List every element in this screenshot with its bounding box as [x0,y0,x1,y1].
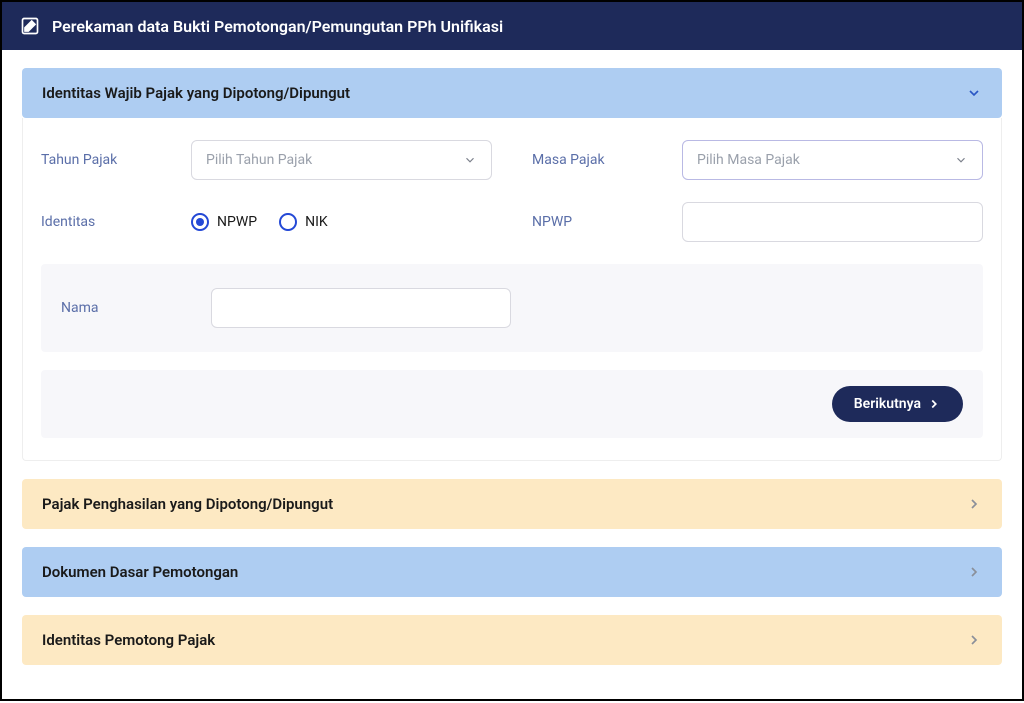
chevron-down-icon [966,85,982,101]
radio-label: NPWP [217,214,257,230]
field-masa-pajak: Masa Pajak Pilih Masa Pajak [532,140,983,180]
accordion-dokumen-dasar: Dokumen Dasar Pemotongan [22,547,1002,597]
accordion-header-pph-dipotong[interactable]: Pajak Penghasilan yang Dipotong/Dipungut [22,479,1002,529]
chevron-right-icon [927,397,941,411]
next-button[interactable]: Berikutnya [832,386,963,422]
input-npwp[interactable] [682,202,983,242]
field-nama: Nama [61,288,963,328]
accordion-identitas-pemotong: Identitas Pemotong Pajak [22,615,1002,665]
chevron-right-icon [966,496,982,512]
page-title: Perekaman data Bukti Pemotongan/Pemungut… [52,17,503,36]
radio-nik[interactable]: NIK [279,213,328,231]
chevron-right-icon [966,632,982,648]
field-tahun-pajak: Tahun Pajak Pilih Tahun Pajak [41,140,492,180]
radio-label: NIK [305,214,328,230]
label-masa-pajak: Masa Pajak [532,152,682,168]
accordion-identitas-wp: Identitas Wajib Pajak yang Dipotong/Dipu… [22,68,1002,461]
field-npwp: NPWP [532,202,983,242]
accordion-pph-dipotong: Pajak Penghasilan yang Dipotong/Dipungut [22,479,1002,529]
accordion-header-identitas-pemotong[interactable]: Identitas Pemotong Pajak [22,615,1002,665]
accordion-title: Identitas Pemotong Pajak [42,631,215,649]
chevron-down-icon [954,153,968,167]
field-identitas: Identitas NPWP NIK [41,202,492,242]
radio-indicator [279,213,297,231]
input-nama[interactable] [211,288,511,328]
accordion-title: Dokumen Dasar Pemotongan [42,563,238,581]
accordion-title: Pajak Penghasilan yang Dipotong/Dipungut [42,495,333,513]
subsection-nama: Nama [41,264,983,352]
row-identitas: Identitas NPWP NIK NPWP [41,202,983,242]
select-masa-pajak[interactable]: Pilih Masa Pajak [682,140,983,180]
chevron-down-icon [463,153,477,167]
select-placeholder: Pilih Tahun Pajak [206,152,312,168]
accordion-header-identitas-wp[interactable]: Identitas Wajib Pajak yang Dipotong/Dipu… [22,68,1002,118]
action-bar: Berikutnya [41,370,983,438]
radio-indicator [191,213,209,231]
row-periode: Tahun Pajak Pilih Tahun Pajak Masa Pajak… [41,140,983,180]
page-header: Perekaman data Bukti Pemotongan/Pemungut… [2,2,1022,50]
content-area: Identitas Wajib Pajak yang Dipotong/Dipu… [2,50,1022,703]
radio-group-identitas: NPWP NIK [191,213,328,231]
label-nama: Nama [61,300,211,316]
label-npwp: NPWP [532,214,682,230]
label-tahun-pajak: Tahun Pajak [41,152,191,168]
select-placeholder: Pilih Masa Pajak [697,152,800,168]
edit-icon [20,16,40,36]
radio-npwp[interactable]: NPWP [191,213,257,231]
accordion-title: Identitas Wajib Pajak yang Dipotong/Dipu… [42,84,350,102]
accordion-header-dokumen-dasar[interactable]: Dokumen Dasar Pemotongan [22,547,1002,597]
label-identitas: Identitas [41,214,191,230]
panel-identitas-wp: Tahun Pajak Pilih Tahun Pajak Masa Pajak… [22,118,1002,461]
chevron-right-icon [966,564,982,580]
select-tahun-pajak[interactable]: Pilih Tahun Pajak [191,140,492,180]
button-label: Berikutnya [854,396,921,412]
